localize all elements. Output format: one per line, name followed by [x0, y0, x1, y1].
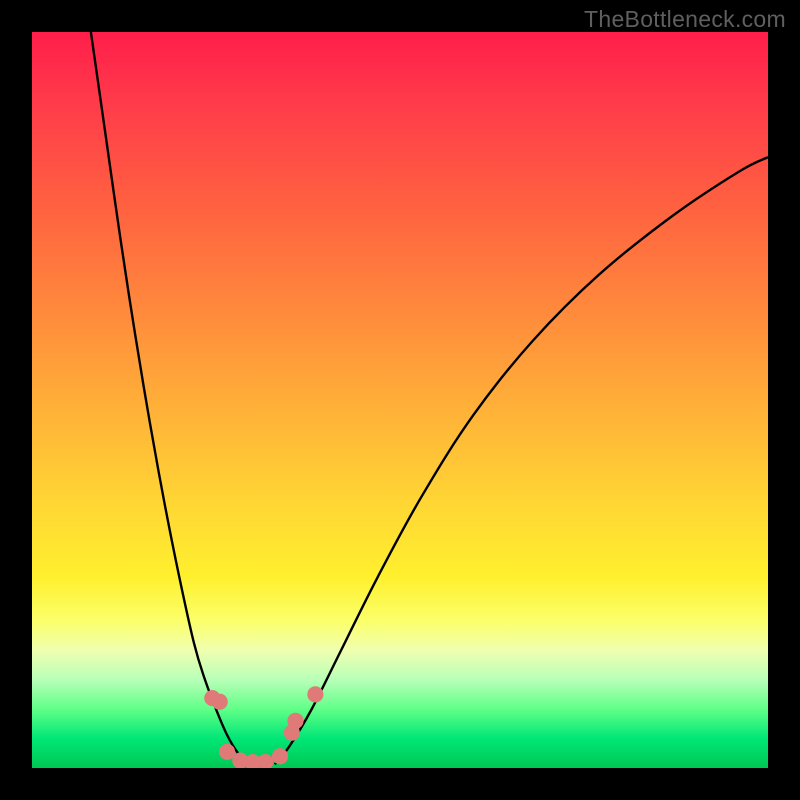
data-marker [307, 686, 323, 702]
data-marker [257, 754, 273, 768]
marker-group [204, 686, 323, 768]
left-branch-curve [91, 32, 249, 764]
plot-area [32, 32, 768, 768]
curves-svg [32, 32, 768, 768]
watermark-label: TheBottleneck.com [584, 6, 786, 33]
data-marker [272, 748, 288, 764]
chart-frame: TheBottleneck.com [0, 0, 800, 800]
right-branch-curve [275, 157, 768, 764]
data-marker [287, 713, 303, 729]
data-marker [219, 744, 235, 760]
data-marker [212, 694, 228, 710]
